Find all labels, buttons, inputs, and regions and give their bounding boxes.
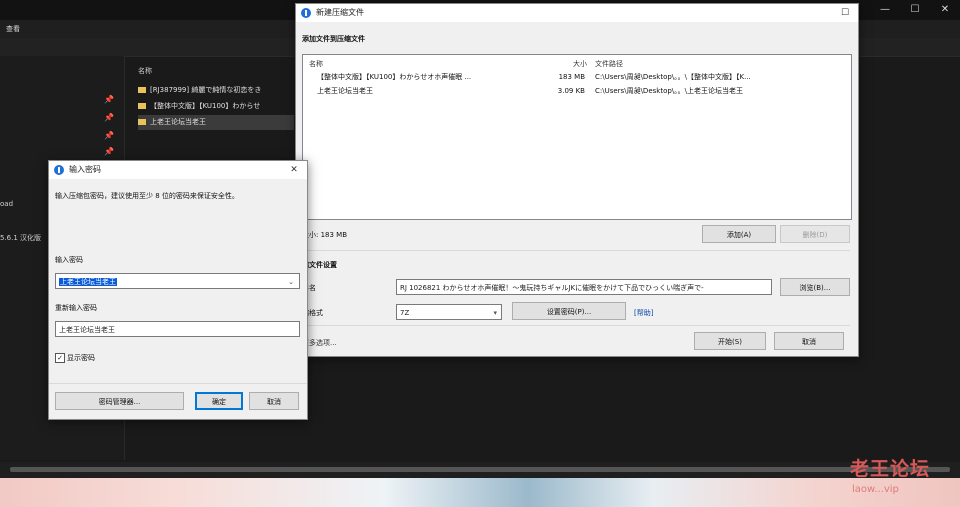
- nav-item[interactable]: 📌: [0, 108, 120, 128]
- password-manager-button[interactable]: 密码管理器...: [55, 392, 184, 410]
- browse-button[interactable]: 浏览(B)...: [780, 278, 850, 296]
- ok-button[interactable]: 确定: [195, 392, 243, 410]
- help-link[interactable]: [帮助]: [634, 308, 653, 318]
- nav-item[interactable]: [0, 56, 120, 76]
- password-label: 输入密码: [55, 256, 83, 264]
- dialog-titlebar: 新建压缩文件 ☐: [296, 4, 858, 22]
- close-icon[interactable]: ☐: [834, 4, 856, 22]
- app-icon: [301, 8, 311, 18]
- delete-button[interactable]: 删除(D): [780, 225, 850, 243]
- app-icon: [54, 165, 64, 175]
- minimize-icon[interactable]: —: [870, 0, 900, 20]
- horizontal-scrollbar[interactable]: [10, 467, 950, 472]
- watermark-url: laow...vip: [852, 484, 899, 495]
- divider: [302, 325, 850, 326]
- watermark-logo: 老王论坛: [850, 458, 931, 480]
- pin-icon: 📌: [104, 95, 114, 104]
- column-header-name[interactable]: 名称: [309, 59, 323, 69]
- column-header-size[interactable]: 大小: [573, 59, 587, 69]
- table-row[interactable]: 上老王论坛当老王 3.09 KB C:\Users\周昶\Desktop\。。\…: [303, 85, 849, 98]
- confirm-password-input[interactable]: 上老王论坛当老王: [55, 321, 300, 337]
- show-password-label: 显示密码: [67, 354, 95, 362]
- dialog-titlebar: 输入密码 ✕: [49, 161, 307, 179]
- start-button[interactable]: 开始(S): [694, 332, 766, 350]
- column-header-name[interactable]: 名称: [138, 66, 152, 76]
- ribbon-tab-view[interactable]: 查看: [6, 25, 20, 33]
- close-icon[interactable]: ✕: [930, 0, 960, 20]
- archive-filename-input[interactable]: RJ 1026821 わからせオホ声催眠！～鬼玩持ちギャルJKに催眠をかけて下品…: [396, 279, 772, 295]
- list-item[interactable]: [RJ387999] 綺麗で純情な初恋をき: [138, 83, 294, 98]
- table-row[interactable]: 【整体中文版】【KU100】わからせオホ声催眠 ... 183 MB C:\Us…: [303, 71, 849, 84]
- pin-icon: 📌: [104, 147, 114, 156]
- total-size-label: 大小: 183 MB: [302, 231, 348, 239]
- dialog-title: 输入密码: [69, 165, 101, 174]
- password-input[interactable]: 上老王论坛当老王 ⌄: [55, 273, 300, 289]
- show-password-checkbox[interactable]: ✓: [55, 353, 65, 363]
- chevron-down-icon: ▾: [493, 309, 497, 317]
- password-hint: 输入压缩包密码，建议使用至少 8 位的密码来保证安全性。: [55, 192, 239, 200]
- list-item[interactable]: 【整体中文版】【KU100】わからせ: [138, 99, 294, 114]
- chevron-down-icon[interactable]: ⌄: [287, 274, 295, 288]
- divider: [302, 250, 850, 251]
- pin-icon: 📌: [104, 113, 114, 122]
- folder-icon: [138, 103, 146, 109]
- confirm-password-label: 重新输入密码: [55, 304, 97, 312]
- status-bar: [0, 462, 960, 478]
- file-listbox[interactable]: 名称 大小 文件路径 【整体中文版】【KU100】わからせオホ声催眠 ... 1…: [302, 54, 852, 220]
- create-archive-dialog: 新建压缩文件 ☐ 添加文件到压缩文件 名称 大小 文件路径 【整体中文版】【KU…: [295, 3, 859, 357]
- cancel-button[interactable]: 取消: [774, 332, 844, 350]
- nav-item[interactable]: 📌: [0, 142, 120, 162]
- archive-format-select[interactable]: 7Z ▾: [396, 304, 502, 320]
- folder-icon: [138, 87, 146, 93]
- section-title-add-files: 添加文件到压缩文件: [302, 35, 365, 43]
- close-icon[interactable]: ✕: [283, 161, 305, 179]
- dialog-title: 新建压缩文件: [316, 8, 364, 17]
- cancel-button[interactable]: 取消: [249, 392, 299, 410]
- folder-icon: [138, 119, 146, 125]
- add-button[interactable]: 添加(A): [702, 225, 776, 243]
- divider: [49, 383, 307, 384]
- column-header-path[interactable]: 文件路径: [595, 59, 623, 69]
- password-dialog: 输入密码 ✕ 输入压缩包密码，建议使用至少 8 位的密码来保证安全性。 输入密码…: [48, 160, 308, 420]
- maximize-icon[interactable]: ☐: [900, 0, 930, 20]
- list-item[interactable]: 上老王论坛当老王: [138, 115, 294, 130]
- nav-item[interactable]: 📌: [0, 90, 120, 110]
- set-password-button[interactable]: 设置密码(P)...: [512, 302, 626, 320]
- desktop-wallpaper: [0, 478, 960, 507]
